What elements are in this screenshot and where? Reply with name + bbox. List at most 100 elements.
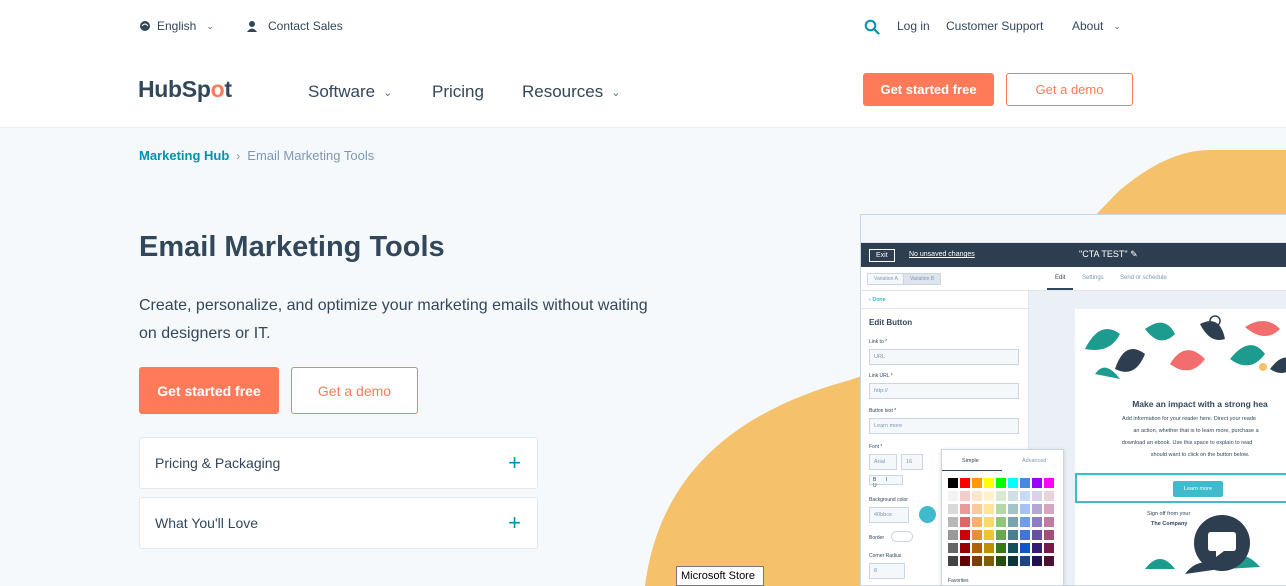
color-swatch (972, 491, 982, 501)
screenshot-panel-title: Edit Button (869, 318, 913, 327)
screenshot-border-toggle (891, 531, 913, 542)
screenshot-font-size-value: 16 (906, 459, 913, 465)
color-swatch (996, 504, 1006, 514)
color-swatch (1044, 491, 1054, 501)
screenshot-bg-hex-value: 40bbce (874, 512, 893, 518)
picker-tab-advanced: Advanced (1022, 458, 1047, 464)
email-body-line: should want to click on the button below… (1150, 452, 1250, 458)
color-swatch (1020, 517, 1030, 527)
color-swatch (972, 504, 982, 514)
screenshot-button-text-label: Button text * (869, 408, 897, 414)
screenshot-corner-field: 8 (869, 563, 905, 579)
color-swatch (948, 556, 958, 566)
screenshot-tab-send: Send or schedule (1120, 275, 1167, 281)
color-swatch (984, 543, 994, 553)
color-swatch (984, 491, 994, 501)
color-swatch (960, 504, 970, 514)
breadcrumb-current: Email Marketing Tools (247, 148, 375, 163)
breadcrumb-marketing-hub[interactable]: Marketing Hub (139, 148, 229, 163)
screenshot-link-to-label: Link to * (869, 339, 888, 345)
color-swatch (984, 504, 994, 514)
color-swatch (984, 517, 994, 527)
screenshot-doc-title: "CTA TEST" ✎ (1079, 249, 1138, 259)
color-swatch (996, 556, 1006, 566)
screenshot-link-to-value: URL (874, 354, 886, 360)
color-swatch (984, 556, 994, 566)
screenshot-font-value: Arial (874, 459, 886, 465)
screenshot-button-text-value: Learn more (874, 423, 903, 429)
hero-get-demo-button[interactable]: Get a demo (291, 367, 418, 414)
color-swatch (984, 478, 994, 488)
color-swatch (1032, 517, 1042, 527)
color-swatch (1044, 543, 1054, 553)
color-swatch (960, 543, 970, 553)
screenshot-font-field: Arial (869, 454, 897, 470)
email-content: Make an impact with a strong hea Add inf… (1075, 399, 1286, 461)
email-company: The Company (1151, 521, 1188, 527)
email-body-line: Add information for your reader here. Di… (1122, 416, 1256, 422)
color-swatch (1020, 530, 1030, 540)
breadcrumb: Marketing Hub › Email Marketing Tools (139, 148, 374, 163)
hero-get-started-button[interactable]: Get started free (139, 367, 279, 414)
email-button-block: Learn more (1075, 473, 1286, 503)
taskbar-tooltip: Microsoft Store (676, 566, 764, 586)
color-swatch (996, 478, 1006, 488)
color-swatch (1032, 491, 1042, 501)
color-swatch (960, 491, 970, 501)
color-swatch (972, 543, 982, 553)
color-swatch (960, 478, 970, 488)
color-swatch (948, 491, 958, 501)
color-swatch (1008, 491, 1018, 501)
plus-icon: + (508, 510, 521, 535)
screenshot-border-label: Border (869, 535, 885, 541)
chat-launcher-button[interactable] (1194, 515, 1250, 571)
screenshot-unsaved: No unsaved changes (909, 251, 975, 258)
color-swatch (1020, 478, 1030, 488)
screenshot-link-url-value: http:// (874, 388, 888, 394)
color-swatch (996, 530, 1006, 540)
screenshot-button-text-field: Learn more (869, 418, 1019, 434)
hero-get-started-label: Get started free (157, 382, 261, 399)
color-swatch (948, 543, 958, 553)
color-swatch (1008, 543, 1018, 553)
color-swatch (1044, 517, 1054, 527)
color-swatch (1044, 478, 1054, 488)
chevron-right-icon: › (236, 148, 241, 163)
color-swatch (1032, 543, 1042, 553)
color-swatch (996, 517, 1006, 527)
screenshot-window-chrome (861, 215, 1286, 243)
screenshot-corner-value: 8 (874, 568, 878, 574)
plus-icon: + (508, 450, 521, 475)
color-swatch (996, 491, 1006, 501)
screenshot-variation-b: Variation B (903, 273, 942, 285)
screenshot-font-label: Font * (869, 444, 883, 450)
color-swatch (972, 517, 982, 527)
color-swatch (996, 543, 1006, 553)
screenshot-link-to-field: URL (869, 349, 1019, 365)
color-swatch (1020, 556, 1030, 566)
color-swatch (1044, 504, 1054, 514)
color-swatch (1008, 530, 1018, 540)
color-swatch (1008, 517, 1018, 527)
color-swatch (1020, 491, 1030, 501)
screenshot-corner-label: Corner Radius (869, 553, 902, 559)
screenshot-format-buttons: B I U (869, 475, 903, 489)
picker-tab-simple: Simple (962, 458, 979, 464)
screenshot-exit: Exit (869, 249, 895, 262)
leaf-illustration (1085, 315, 1286, 379)
color-swatch (1032, 530, 1042, 540)
color-swatch (1008, 478, 1018, 488)
color-swatch (972, 530, 982, 540)
screenshot-variation-a: Variation A (867, 273, 905, 285)
accordion-pricing-packaging[interactable]: Pricing & Packaging + (139, 437, 538, 489)
page-title: Email Marketing Tools (139, 231, 445, 263)
accordion-what-youll-love[interactable]: What You'll Love + (139, 497, 538, 549)
color-swatch (1032, 556, 1042, 566)
screenshot-link-url-label: Link URL * (869, 373, 893, 379)
hero-get-demo-label: Get a demo (317, 382, 392, 399)
color-swatch (1032, 478, 1042, 488)
accordion-label: Pricing & Packaging (155, 455, 281, 471)
screenshot-tab-edit: Edit (1055, 275, 1066, 281)
color-swatch (1044, 530, 1054, 540)
email-heading: Make an impact with a strong hea (1132, 399, 1268, 409)
